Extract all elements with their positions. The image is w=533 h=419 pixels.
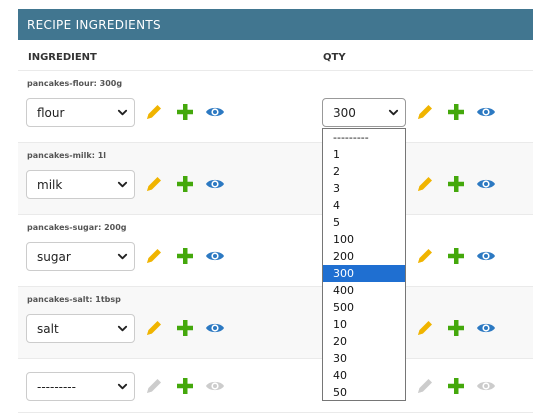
plus-icon[interactable] [175,246,195,266]
pencil-icon[interactable] [415,318,435,338]
chevron-down-icon [117,181,128,188]
pencil-icon[interactable] [144,318,164,338]
plus-icon[interactable] [446,174,466,194]
table-row: pancakes-salt: 1tbsp salt [18,287,533,359]
row-label: pancakes-milk: 1l [27,151,107,160]
ingredient-select[interactable]: --------- [26,372,135,401]
row-label: pancakes-salt: 1tbsp [27,295,121,304]
recipe-ingredients-inline: RECIPE INGREDIENTS INGREDIENT QTY pancak… [18,9,533,419]
plus-icon[interactable] [175,174,195,194]
ingredient-select-value: --------- [37,380,76,394]
row-label: pancakes-flour: 300g [27,79,123,88]
pencil-icon[interactable] [415,174,435,194]
eye-icon[interactable] [205,174,225,194]
ingredient-select[interactable]: sugar [26,242,135,271]
eye-icon[interactable] [476,318,496,338]
table-row: pancakes-milk: 1l milk [18,143,533,215]
plus-icon[interactable] [446,246,466,266]
qty-option[interactable]: 400 [323,282,405,299]
eye-icon[interactable] [205,102,225,122]
qty-option[interactable]: --------- [323,129,405,146]
qty-option[interactable]: 50 [323,384,405,401]
chevron-down-icon [117,325,128,332]
chevron-down-icon [388,109,399,116]
pencil-icon[interactable] [415,246,435,266]
qty-option[interactable]: 40 [323,367,405,384]
qty-option[interactable]: 10 [323,316,405,333]
qty-select-value: 300 [333,106,356,120]
plus-icon[interactable] [175,318,195,338]
chevron-down-icon [117,109,128,116]
ingredient-select[interactable]: flour [26,98,135,127]
eye-icon [205,376,225,396]
plus-icon[interactable] [175,376,195,396]
ingredient-select-value: milk [37,178,63,192]
qty-option[interactable]: 2 [323,163,405,180]
plus-icon[interactable] [446,102,466,122]
table-row: pancakes-sugar: 200g sugar [18,215,533,287]
ingredient-select-value: flour [37,106,65,120]
row-label: pancakes-sugar: 200g [27,223,127,232]
qty-option[interactable]: 300 [323,265,405,282]
plus-icon[interactable] [175,102,195,122]
column-header-ingredient: INGREDIENT [28,52,97,63]
qty-select[interactable]: 300 [322,98,406,127]
eye-icon[interactable] [205,246,225,266]
ingredient-select[interactable]: salt [26,314,135,343]
plus-icon[interactable] [446,318,466,338]
pencil-icon[interactable] [415,102,435,122]
qty-option[interactable]: 20 [323,333,405,350]
pencil-icon[interactable] [144,174,164,194]
ingredient-select[interactable]: milk [26,170,135,199]
ingredient-select-value: salt [37,322,59,336]
eye-icon[interactable] [476,174,496,194]
pencil-icon [144,376,164,396]
eye-icon [476,376,496,396]
qty-option[interactable]: 30 [323,350,405,367]
chevron-down-icon [117,253,128,260]
qty-option[interactable]: 100 [323,231,405,248]
pencil-icon [415,376,435,396]
qty-option[interactable]: 5 [323,214,405,231]
chevron-down-icon [117,383,128,390]
ingredient-select-value: sugar [37,250,71,264]
column-header-qty: QTY [323,52,346,63]
eye-icon[interactable] [476,246,496,266]
table-row: pancakes-flour: 300g flour 300 [18,71,533,143]
qty-option[interactable]: 1 [323,146,405,163]
qty-option[interactable]: 500 [323,299,405,316]
qty-option[interactable]: 4 [323,197,405,214]
table-header: INGREDIENT QTY [18,40,533,71]
pencil-icon[interactable] [144,246,164,266]
pencil-icon[interactable] [144,102,164,122]
table-row: --------- [18,359,533,413]
plus-icon[interactable] [446,376,466,396]
eye-icon[interactable] [476,102,496,122]
qty-dropdown-list[interactable]: --------- 1 2 3 4 5 100 200 300 400 500 10 20 30 40 50 [322,128,406,401]
qty-option[interactable]: 200 [323,248,405,265]
inline-caption: RECIPE INGREDIENTS [18,9,533,40]
eye-icon[interactable] [205,318,225,338]
qty-option[interactable]: 3 [323,180,405,197]
